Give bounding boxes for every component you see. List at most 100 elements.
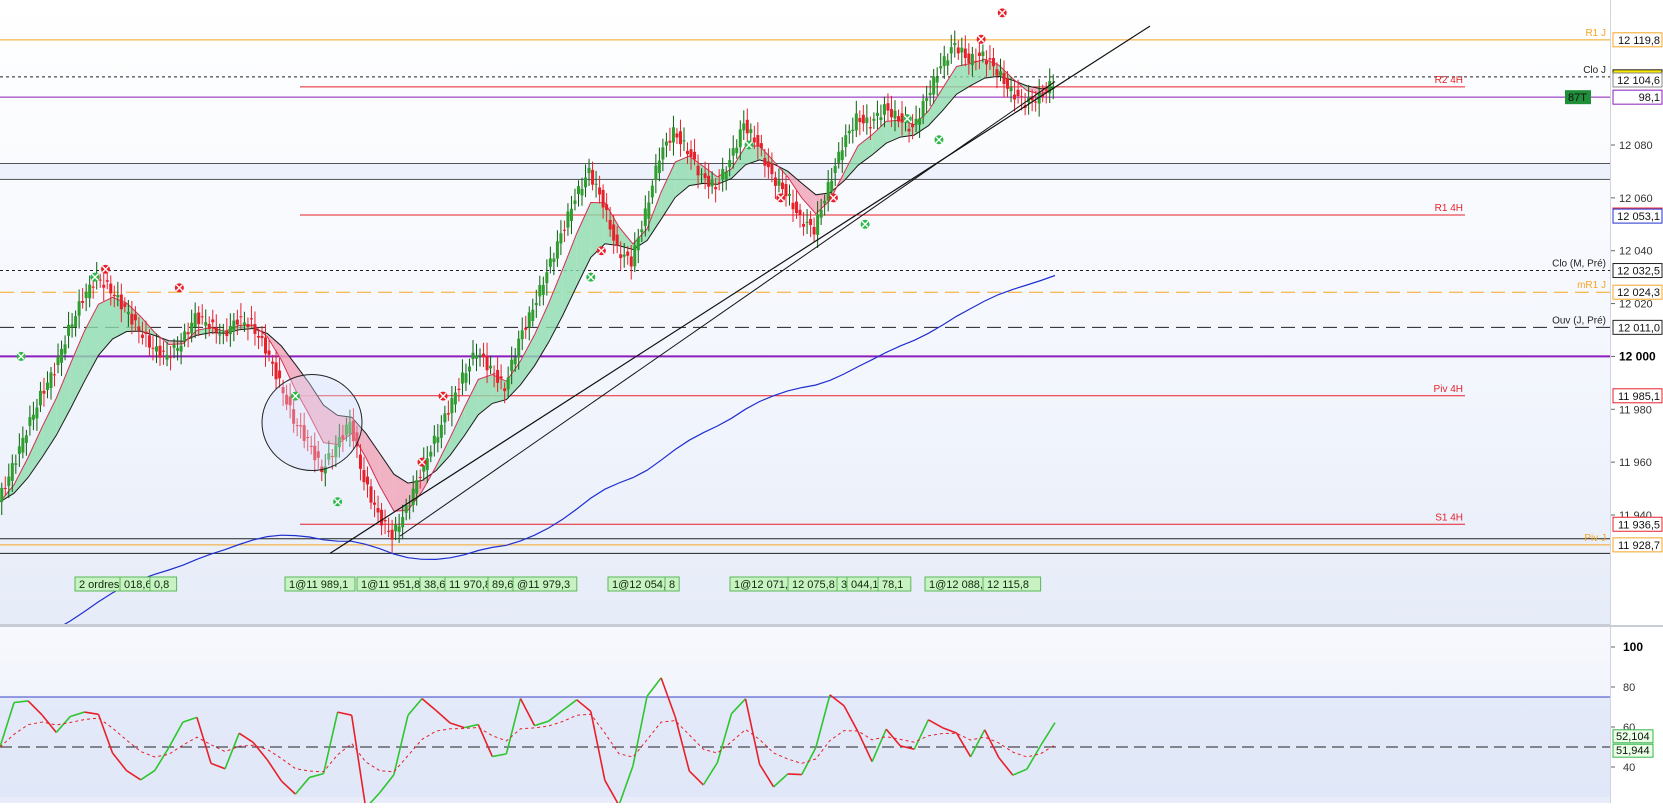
candle-body[interactable] xyxy=(875,112,879,117)
price-axis[interactable]: 12 080 12 060 12 040 12 020 12 000 11 980 11 9… xyxy=(1610,0,1663,625)
candle-body[interactable] xyxy=(271,361,275,364)
candle-body[interactable] xyxy=(109,283,113,294)
candle-body[interactable] xyxy=(728,160,732,168)
candle-body[interactable] xyxy=(260,335,264,339)
candle-body[interactable] xyxy=(123,303,127,307)
candle-body[interactable] xyxy=(524,327,528,330)
candle-body[interactable] xyxy=(278,370,282,379)
candle-body[interactable] xyxy=(242,322,246,326)
candle-body[interactable] xyxy=(928,92,932,96)
candle-body[interactable] xyxy=(218,334,222,336)
candle-body[interactable] xyxy=(984,60,988,65)
candle-body[interactable] xyxy=(974,60,978,63)
candle-body[interactable] xyxy=(137,326,141,331)
oscillator-chart[interactable] xyxy=(0,627,1610,808)
candle-body[interactable] xyxy=(1006,77,1010,89)
candle-body[interactable] xyxy=(200,316,204,318)
candle-body[interactable] xyxy=(369,486,373,503)
candle-body[interactable] xyxy=(246,324,250,328)
candle-body[interactable] xyxy=(53,374,57,376)
candle-body[interactable] xyxy=(67,324,71,336)
candle-body[interactable] xyxy=(963,48,967,59)
candle-body[interactable] xyxy=(60,348,64,363)
candle-body[interactable] xyxy=(49,372,53,388)
candle-body[interactable] xyxy=(693,151,697,160)
candle-body[interactable] xyxy=(731,148,735,156)
candle-body[interactable] xyxy=(538,285,542,297)
price-pane[interactable]: R1 J Clo J R2 4H R1 4H Clo (M, Pré) mR1 J Ouv … xyxy=(0,0,1610,648)
candle-body[interactable] xyxy=(724,171,728,180)
candle-body[interactable] xyxy=(735,147,739,154)
candle-body[interactable] xyxy=(478,354,482,357)
candle-body[interactable] xyxy=(31,414,35,420)
candle-body[interactable] xyxy=(256,335,260,338)
candle-body[interactable] xyxy=(158,345,162,358)
candle-body[interactable] xyxy=(235,319,239,325)
candle-body[interactable] xyxy=(116,294,120,298)
candle-body[interactable] xyxy=(541,284,545,295)
candle-body[interactable] xyxy=(358,454,362,469)
candle-body[interactable] xyxy=(225,330,229,337)
candle-body[interactable] xyxy=(749,129,753,133)
candle-body[interactable] xyxy=(176,348,180,351)
candle-body[interactable] xyxy=(485,355,489,371)
candle-body[interactable] xyxy=(425,458,429,471)
candle-body[interactable] xyxy=(777,180,781,186)
candle-body[interactable] xyxy=(939,66,943,69)
candle-body[interactable] xyxy=(784,184,788,197)
candle-body[interactable] xyxy=(42,390,46,394)
candle-body[interactable] xyxy=(640,229,644,233)
candle-body[interactable] xyxy=(112,294,116,297)
candle-body[interactable] xyxy=(56,356,60,365)
candle-body[interactable] xyxy=(654,165,658,180)
candle-body[interactable] xyxy=(854,113,858,131)
candle-body[interactable] xyxy=(154,346,158,352)
candle-body[interactable] xyxy=(791,202,795,210)
candle-body[interactable] xyxy=(105,280,109,282)
candle-body[interactable] xyxy=(569,208,573,221)
candle-body[interactable] xyxy=(499,376,503,379)
candle-body[interactable] xyxy=(489,365,493,369)
candle-body[interactable] xyxy=(186,332,190,335)
candle-body[interactable] xyxy=(464,373,468,383)
candle-body[interactable] xyxy=(362,470,366,483)
candle-body[interactable] xyxy=(861,114,865,124)
candle-body[interactable] xyxy=(264,337,268,354)
candle-body[interactable] xyxy=(211,319,215,323)
oscillator-axis[interactable]: 100 80 60 40 52,104 51,944 xyxy=(1610,627,1663,803)
candle-body[interactable] xyxy=(70,324,74,328)
candle-body[interactable] xyxy=(376,508,380,513)
candle-body[interactable] xyxy=(773,177,777,186)
candle-body[interactable] xyxy=(1009,87,1013,92)
candle-body[interactable] xyxy=(81,301,85,303)
candle-body[interactable] xyxy=(450,398,454,414)
candle-body[interactable] xyxy=(745,119,749,134)
candle-body[interactable] xyxy=(28,417,32,426)
candle-body[interactable] xyxy=(893,110,897,119)
candle-body[interactable] xyxy=(626,251,630,256)
candle-body[interactable] xyxy=(576,186,580,195)
candle-body[interactable] xyxy=(949,47,953,54)
candle-body[interactable] xyxy=(710,179,714,187)
candle-body[interactable] xyxy=(633,245,637,267)
candle-body[interactable] xyxy=(833,165,837,174)
candle-body[interactable] xyxy=(133,314,137,321)
candle-body[interactable] xyxy=(534,302,538,306)
candle-body[interactable] xyxy=(977,52,981,57)
candle-body[interactable] xyxy=(882,104,886,115)
candle-body[interactable] xyxy=(221,330,225,332)
candle-body[interactable] xyxy=(759,143,763,149)
candle-body[interactable] xyxy=(562,229,566,231)
candle-body[interactable] xyxy=(868,127,872,129)
candle-body[interactable] xyxy=(675,133,679,138)
candle-body[interactable] xyxy=(700,173,704,175)
candle-body[interactable] xyxy=(612,224,616,241)
candle-body[interactable] xyxy=(830,180,834,192)
candle-body[interactable] xyxy=(559,233,563,244)
candles-layer[interactable] xyxy=(0,30,1055,553)
candle-body[interactable] xyxy=(446,413,450,415)
candle-body[interactable] xyxy=(214,327,218,333)
candle-body[interactable] xyxy=(429,451,433,457)
candle-body[interactable] xyxy=(914,118,918,125)
candle-body[interactable] xyxy=(911,124,915,128)
